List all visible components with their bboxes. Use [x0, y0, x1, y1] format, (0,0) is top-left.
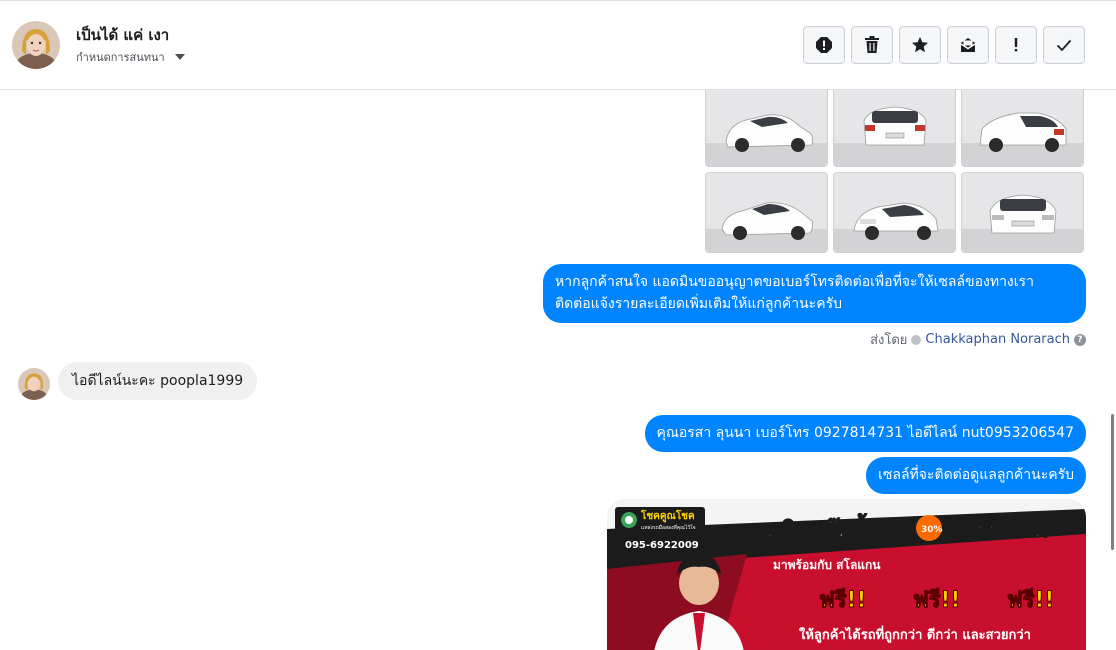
- caret-down-icon: [174, 54, 185, 60]
- done-check-icon: [1056, 39, 1072, 52]
- banner-headline: แอดมินแจ๊คกี้: [739, 513, 868, 543]
- star-icon: [912, 37, 928, 53]
- conversation-header: เป็นได้ แค่ เงา กำหนดการสนทนา: [0, 0, 1116, 90]
- car-photo-5[interactable]: [833, 172, 956, 253]
- message-text-line: ติดต่อแจ้งรายละเอียดเพิ่มเติมให้แก่ลูกค้…: [555, 296, 842, 312]
- car-photo-2[interactable]: [833, 86, 956, 167]
- banner-tagline: ให้ลูกค้าได้รถที่ถูกกว่า ดีกว่า และสวยกว…: [799, 625, 1031, 643]
- help-icon[interactable]: ?: [1074, 333, 1086, 346]
- mark-done-button[interactable]: [1043, 26, 1085, 64]
- message-list-scrollbar[interactable]: [1111, 414, 1114, 550]
- spam-icon: [816, 37, 832, 53]
- promo-banner-image[interactable]: โชคคูณโชค แหล่งรถมือสองที่คุณไว้ใจ 095-6…: [607, 499, 1086, 650]
- banner-brand: โชคคูณโชค: [640, 509, 695, 523]
- message-text-line: หากลูกค้าสนใจ แอดมินขออนุญาตขอเบอร์โทรติ…: [555, 274, 1034, 290]
- sent-by-info: ส่งโดย Chakkaphan Norarach ?: [870, 329, 1086, 350]
- sent-by-label: ส่งโดย: [870, 333, 908, 348]
- car-photo-3[interactable]: [961, 86, 1084, 167]
- inbox-conversation: เป็นได้ แค่ เงา กำหนดการสนทนา หากลูกค้าส…: [0, 0, 1116, 650]
- contact-avatar[interactable]: [12, 21, 60, 69]
- banner-brand-sub: แหล่งรถมือสองที่คุณไว้ใจ: [641, 524, 696, 531]
- outgoing-message[interactable]: หากลูกค้าสนใจ แอดมินขออนุญาตขอเบอร์โทรติ…: [543, 264, 1086, 323]
- car-photo-1[interactable]: [705, 86, 828, 167]
- star-button[interactable]: [899, 26, 941, 64]
- follow-up-button[interactable]: [995, 26, 1037, 64]
- banner-phone: 095-6922009: [625, 540, 699, 551]
- delete-button[interactable]: [851, 26, 893, 64]
- banner-free-1: ฟรี!!: [819, 588, 866, 613]
- mark-spam-button[interactable]: [803, 26, 845, 64]
- incoming-message[interactable]: ไอดีไลน์นะคะ poopla1999: [58, 362, 258, 400]
- svg-text:30%: 30%: [921, 525, 943, 535]
- trash-icon: [865, 36, 879, 53]
- car-photo-4[interactable]: [705, 172, 828, 253]
- banner-subtitle: มาพร้อมกับ สโลแกน: [773, 557, 881, 572]
- outgoing-message[interactable]: คุณอรสา ลุนนา เบอร์โทร 0927814731 ไอดีไล…: [644, 415, 1086, 452]
- outgoing-message[interactable]: เซลล์ที่จะติดต่อดูแลลูกค้านะครับ: [866, 457, 1086, 494]
- conversation-toolbar: [803, 26, 1085, 64]
- sent-by-name[interactable]: Chakkaphan Norarach: [925, 332, 1070, 347]
- banner-free-2: ฟรี!!: [913, 588, 960, 613]
- mark-unread-icon: [960, 38, 976, 52]
- page-admin-icon: [911, 334, 922, 345]
- car-photo-6[interactable]: [961, 172, 1084, 253]
- contact-avatar-small[interactable]: [18, 368, 50, 400]
- mark-unread-button[interactable]: [947, 26, 989, 64]
- assign-conversation-dropdown[interactable]: กำหนดการสนทนา: [76, 48, 185, 66]
- banner-headline-tag: โปรระเบิด: [950, 516, 1048, 543]
- follow-up-icon: [1014, 38, 1018, 52]
- banner-free-3: ฟรี!!: [1007, 588, 1054, 613]
- contact-name[interactable]: เป็นได้ แค่ เงา: [76, 23, 169, 47]
- assign-conversation-label: กำหนดการสนทนา: [76, 51, 165, 64]
